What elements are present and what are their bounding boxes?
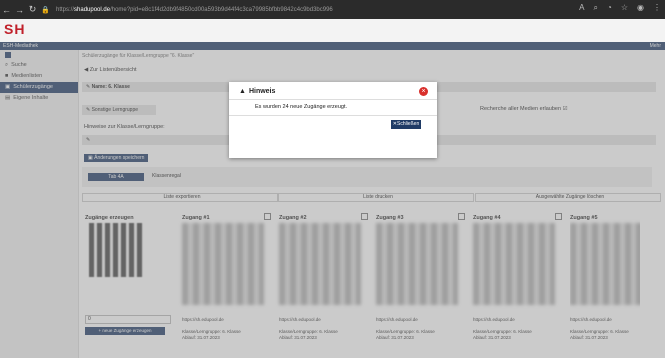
address-bar[interactable]: https://shadupool.de/home?pid=e8c1f4d2db… — [56, 3, 524, 16]
back-icon[interactable]: ← — [0, 5, 13, 15]
zoom-icon[interactable]: ⌕ — [594, 3, 598, 13]
profile-icon[interactable]: ◉ — [637, 3, 644, 13]
hinweis-dialog: ▲ Hinweis × Es wurden 24 neue Zugänge erz… — [229, 82, 437, 158]
forward-icon[interactable]: → — [13, 5, 26, 15]
site-header — [0, 19, 665, 42]
extensions-icon[interactable]: ◔ — [607, 3, 612, 13]
warning-icon: ▲ — [239, 88, 246, 95]
menu-icon[interactable]: ⋮ — [653, 3, 661, 13]
logo[interactable]: SH — [4, 21, 25, 37]
lock-icon: 🔒 — [41, 6, 50, 14]
url-prefix: https:// — [56, 6, 75, 13]
divider — [229, 99, 437, 100]
bookmark-star-icon[interactable]: ☆ — [621, 3, 628, 13]
close-dialog-button[interactable]: ✕Schließen — [391, 120, 421, 129]
dialog-message: Es wurden 24 neue Zugänge erzeugt. — [255, 104, 348, 110]
url-host: shadupool.de — [74, 6, 111, 13]
close-icon[interactable]: × — [419, 87, 428, 96]
divider — [229, 115, 437, 116]
url-path: /home?pid=e8c1f4d2db9f4850cd00a593b9d44f… — [110, 6, 333, 13]
translate-icon[interactable]: A — [579, 3, 584, 13]
browser-toolbar: ← → ↻ 🔒 https://shadupool.de/home?pid=e8… — [0, 0, 665, 19]
dialog-title: ▲ Hinweis — [239, 88, 276, 95]
reload-icon[interactable]: ↻ — [26, 4, 39, 15]
